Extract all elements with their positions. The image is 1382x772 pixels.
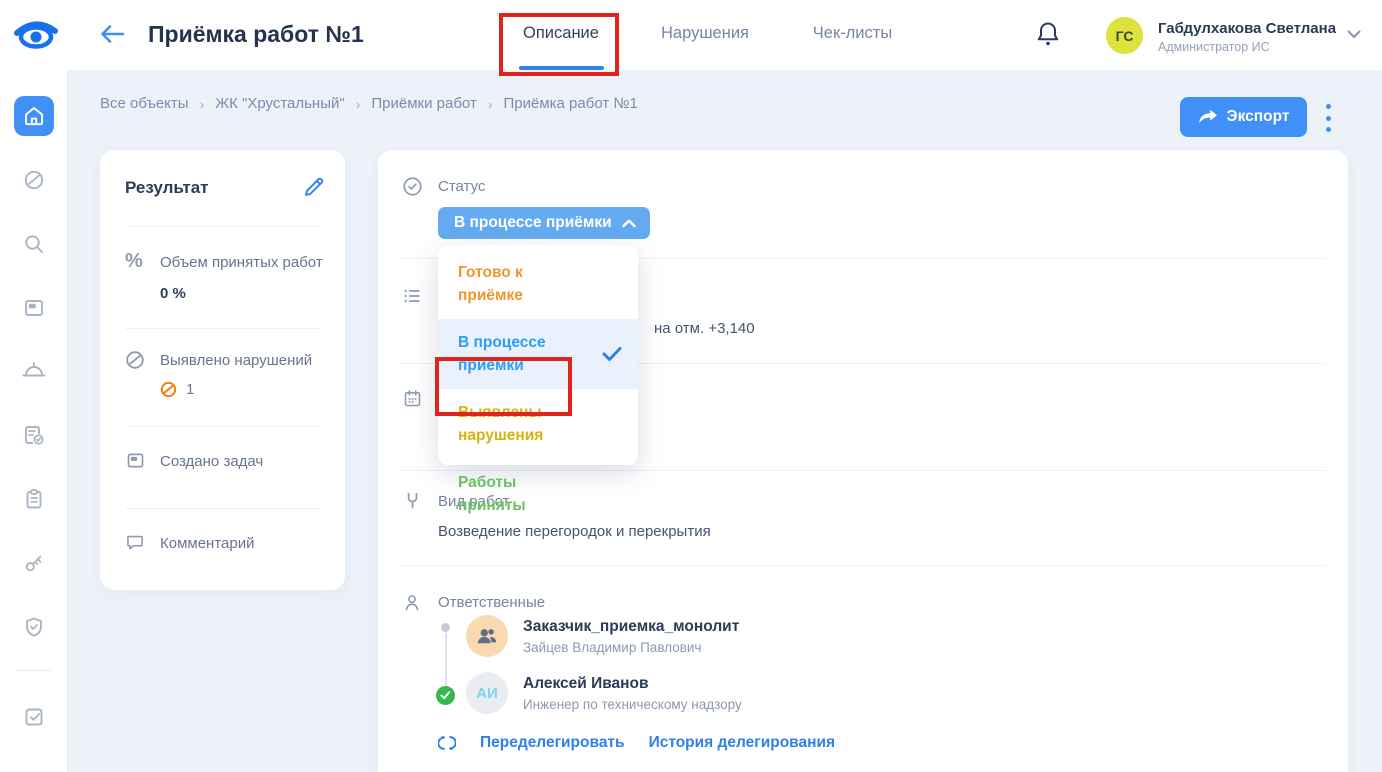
- redelegate-link[interactable]: Переделегировать: [480, 734, 625, 752]
- sidebar-item-home-icon[interactable]: [14, 96, 54, 136]
- group-avatar: [466, 615, 508, 657]
- divider: [125, 508, 320, 509]
- user-menu-chevron-down-icon[interactable]: [1346, 28, 1362, 40]
- sidebar-item-panel-icon[interactable]: [14, 288, 54, 328]
- timeline-dot: [441, 623, 450, 632]
- delegation-history-link[interactable]: История делегирования: [649, 734, 835, 752]
- violations-found-label: Выявлено нарушений: [160, 352, 330, 369]
- accepted-volume-label: Объем принятых работ: [160, 254, 330, 271]
- breadcrumb-acceptances[interactable]: Приёмки работ: [371, 95, 476, 112]
- sidebar-item-prohibition-icon[interactable]: [14, 160, 54, 200]
- sidebar-item-clipboard-icon[interactable]: [14, 479, 54, 519]
- accepted-volume-value: 0 %: [160, 285, 186, 302]
- back-arrow-icon[interactable]: [98, 22, 126, 46]
- list-icon: [402, 286, 422, 306]
- export-button[interactable]: Экспорт: [1180, 97, 1307, 137]
- breadcrumb-all-objects[interactable]: Все объекты: [100, 95, 189, 112]
- tab-violations[interactable]: Нарушения: [650, 24, 760, 48]
- violations-found-value: 1: [160, 381, 194, 398]
- responsible-subtitle: Зайцев Владимир Павлович: [523, 640, 739, 655]
- app-logo-eye-icon[interactable]: [14, 18, 58, 52]
- sidebar-item-search-icon[interactable]: [14, 224, 54, 264]
- status-current-value: В процессе приёмки: [454, 214, 612, 232]
- violation-badge-icon: [160, 381, 177, 398]
- prohibition-icon: [125, 350, 145, 370]
- responsible-subtitle: Инженер по техническому надзору: [523, 697, 742, 712]
- result-summary-card: Результат % Объем принятых работ 0 % Выя…: [100, 150, 345, 590]
- tasks-panel-icon: [125, 450, 146, 471]
- sidebar-item-checkbox-icon[interactable]: [14, 697, 54, 737]
- sidebar-item-shield-check-icon[interactable]: [14, 607, 54, 647]
- breadcrumb-current: Приёмка работ №1: [504, 95, 638, 112]
- sidebar-item-helmet-icon[interactable]: [14, 351, 54, 391]
- person-icon: [402, 592, 422, 613]
- app-header: Приёмка работ №1 Описание Нарушения Чек-…: [0, 0, 1382, 70]
- status-label: Статус: [438, 178, 485, 195]
- chevron-up-icon: [622, 219, 636, 228]
- tab-description[interactable]: Описание: [506, 24, 616, 48]
- left-navigation-rail: [0, 70, 68, 772]
- elevation-value-fragment: на отм. +3,140: [654, 320, 755, 337]
- page-title: Приёмка работ №1: [148, 21, 364, 48]
- breadcrumb-separator: ›: [356, 96, 361, 112]
- export-button-label: Экспорт: [1227, 108, 1290, 126]
- divider: [125, 226, 320, 227]
- user-name: Габдулхакова Светлана: [1158, 20, 1336, 37]
- edit-pencil-icon[interactable]: [303, 176, 325, 198]
- status-option-works-accepted[interactable]: Работы приняты: [438, 459, 638, 529]
- status-option-in-progress[interactable]: В процессе приёмки: [438, 319, 638, 389]
- responsible-person-row[interactable]: АИ Алексей Иванов Инженер по техническом…: [466, 672, 742, 714]
- breadcrumb: Все объекты › ЖК "Хрустальный" › Приёмки…: [100, 95, 638, 112]
- user-avatar[interactable]: ГС: [1106, 17, 1143, 54]
- share-export-icon: [1198, 109, 1218, 125]
- delegation-links-row: Переделегировать История делегирования: [438, 733, 835, 753]
- divider: [400, 565, 1326, 566]
- status-option-ready[interactable]: Готово к приёмке: [438, 249, 638, 319]
- breadcrumb-separator: ›: [200, 96, 205, 112]
- status-dropdown-menu: Готово к приёмке В процессе приёмки Выяв…: [438, 245, 638, 465]
- tab-checklists[interactable]: Чек-листы: [795, 24, 910, 48]
- divider: [125, 426, 320, 427]
- group-icon: [475, 626, 499, 646]
- comment-label: Комментарий: [160, 535, 330, 552]
- comment-bubble-icon: [125, 532, 145, 552]
- initials-avatar: АИ: [466, 672, 508, 714]
- sidebar-divider: [16, 670, 52, 671]
- status-circle-check-icon: [402, 176, 423, 197]
- status-option-violations-found[interactable]: Выявлены нарушения: [438, 389, 638, 459]
- breadcrumb-separator: ›: [488, 96, 493, 112]
- divider: [125, 328, 320, 329]
- wrench-icon: [402, 490, 423, 512]
- sidebar-item-key-icon[interactable]: [14, 543, 54, 583]
- sidebar-item-panel-partial-icon[interactable]: [14, 760, 54, 772]
- percent-icon: %: [125, 250, 143, 273]
- responsible-person-row[interactable]: Заказчик_приемка_монолит Зайцев Владимир…: [466, 615, 739, 657]
- timeline-success-check-icon: [436, 686, 455, 705]
- responsible-name: Заказчик_приемка_монолит: [523, 618, 739, 636]
- active-tab-underline: [519, 66, 604, 70]
- responsible-label: Ответственные: [438, 594, 545, 611]
- sidebar-item-document-check-icon[interactable]: [14, 415, 54, 455]
- selected-check-icon: [602, 347, 622, 362]
- more-actions-kebab-icon[interactable]: [1322, 104, 1334, 132]
- swap-arrows-icon: [438, 733, 456, 753]
- responsible-name: Алексей Иванов: [523, 675, 742, 693]
- status-dropdown-button[interactable]: В процессе приёмки: [438, 207, 650, 239]
- calendar-icon: [402, 388, 423, 409]
- result-card-title: Результат: [125, 178, 209, 198]
- notifications-bell-icon[interactable]: [1035, 20, 1061, 48]
- breadcrumb-project[interactable]: ЖК "Хрустальный": [215, 95, 344, 112]
- timeline-line: [445, 633, 447, 690]
- user-role: Администратор ИС: [1158, 40, 1270, 54]
- tasks-created-label: Создано задач: [160, 453, 330, 470]
